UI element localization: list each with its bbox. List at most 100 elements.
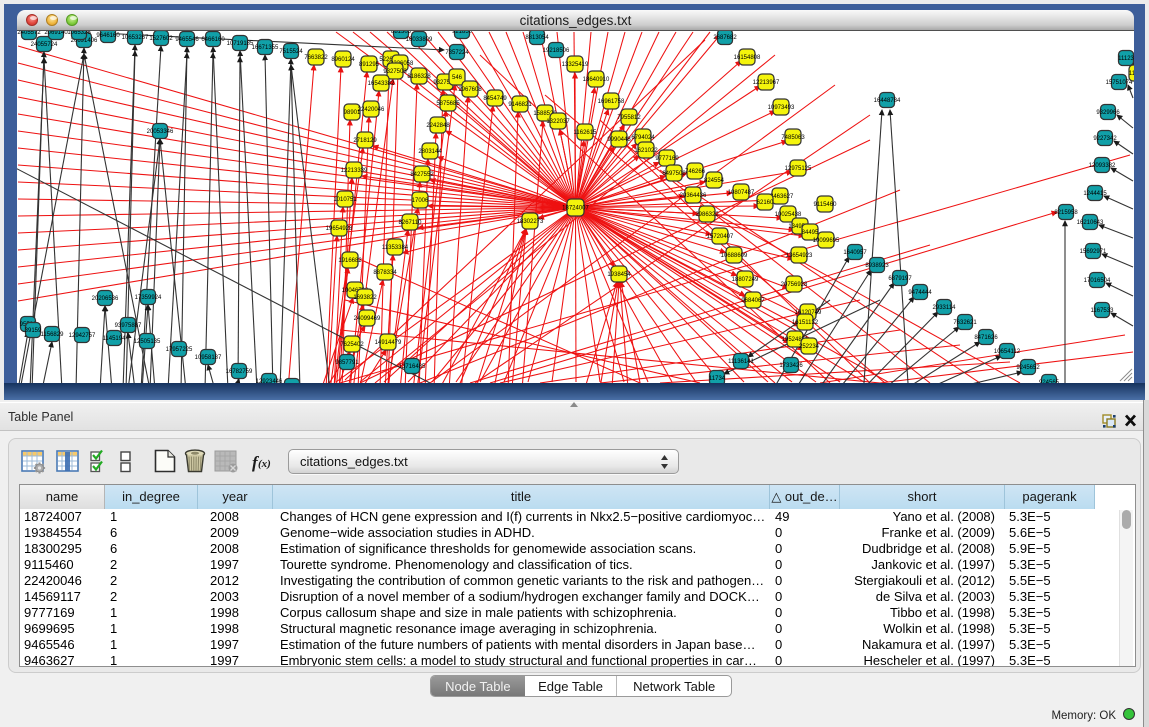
svg-text:20756928: 20756928 bbox=[781, 282, 808, 288]
svg-text:84495: 84495 bbox=[802, 230, 819, 236]
svg-text:18302273: 18302273 bbox=[517, 219, 544, 225]
svg-text:19218506: 19218506 bbox=[543, 48, 570, 54]
svg-text:1156829: 1156829 bbox=[41, 332, 65, 338]
svg-text:16448784: 16448784 bbox=[874, 98, 901, 104]
svg-text:1693822: 1693822 bbox=[353, 295, 377, 301]
svg-text:7955812: 7955812 bbox=[617, 115, 641, 121]
svg-text:16151132: 16151132 bbox=[792, 320, 819, 326]
svg-text:9329966: 9329966 bbox=[1096, 110, 1120, 116]
svg-text:17957225: 17957225 bbox=[166, 347, 193, 353]
svg-text:2069140: 2069140 bbox=[44, 31, 68, 36]
svg-text:9115460: 9115460 bbox=[814, 202, 838, 208]
svg-text:62160: 62160 bbox=[757, 200, 774, 206]
svg-text:11325: 11325 bbox=[1129, 71, 1134, 77]
svg-text:546: 546 bbox=[452, 75, 463, 81]
svg-text:18807249: 18807249 bbox=[732, 277, 759, 283]
svg-text:22420046: 22420046 bbox=[358, 107, 385, 113]
svg-text:8938923: 8938923 bbox=[865, 263, 889, 269]
svg-text:2933114: 2933114 bbox=[933, 305, 957, 311]
svg-text:2967608: 2967608 bbox=[458, 87, 482, 93]
svg-text:24099469: 24099469 bbox=[354, 316, 381, 322]
svg-text:6794024: 6794024 bbox=[631, 135, 655, 141]
svg-text:16782759: 16782759 bbox=[226, 369, 253, 375]
svg-text:24055724: 24055724 bbox=[31, 42, 58, 48]
svg-text:9857791: 9857791 bbox=[335, 360, 359, 366]
svg-text:19654928: 19654928 bbox=[326, 226, 353, 232]
svg-text:20053346: 20053346 bbox=[147, 129, 174, 135]
svg-text:7515524: 7515524 bbox=[279, 49, 303, 55]
svg-text:2405572: 2405572 bbox=[17, 31, 41, 36]
svg-text:10688609: 10688609 bbox=[721, 253, 748, 259]
svg-text:16033809: 16033809 bbox=[406, 37, 433, 43]
svg-text:1145194: 1145194 bbox=[103, 336, 127, 342]
svg-text:252234: 252234 bbox=[799, 344, 820, 350]
svg-text:17359924: 17359924 bbox=[135, 295, 162, 301]
svg-text:11136141: 11136141 bbox=[728, 359, 754, 365]
svg-text:2687682: 2687682 bbox=[713, 35, 737, 41]
svg-text:1916682: 1916682 bbox=[338, 258, 362, 264]
svg-text:5875685: 5875685 bbox=[436, 101, 460, 107]
svg-text:9777169: 9777169 bbox=[655, 156, 679, 162]
svg-text:10099695: 10099695 bbox=[813, 238, 840, 244]
svg-text:1167533: 1167533 bbox=[1091, 308, 1115, 314]
svg-text:8813054: 8813054 bbox=[525, 35, 549, 41]
svg-text:10958187: 10958187 bbox=[195, 355, 222, 361]
svg-text:20206536: 20206536 bbox=[92, 296, 119, 302]
svg-text:9646160: 9646160 bbox=[96, 33, 120, 39]
svg-text:15720407: 15720407 bbox=[707, 234, 734, 240]
svg-text:7625402: 7625402 bbox=[340, 342, 364, 348]
svg-text:2803144: 2803144 bbox=[418, 149, 442, 155]
svg-text:9684067: 9684067 bbox=[741, 298, 765, 304]
svg-text:1621022: 1621022 bbox=[634, 148, 658, 154]
svg-text:16154808: 16154808 bbox=[734, 55, 761, 61]
svg-text:881305: 881305 bbox=[391, 31, 412, 35]
svg-text:15751074: 15751074 bbox=[1106, 80, 1133, 86]
svg-text:10807487: 10807487 bbox=[728, 190, 755, 196]
svg-text:2718129: 2718129 bbox=[353, 138, 377, 144]
svg-text:1244415: 1244415 bbox=[1083, 191, 1107, 197]
svg-text:20364436: 20364436 bbox=[680, 193, 707, 199]
svg-text:10973493: 10973493 bbox=[768, 105, 795, 111]
svg-text:16671355: 16671355 bbox=[252, 45, 279, 51]
svg-text:9990448: 9990448 bbox=[607, 137, 631, 143]
svg-text:17006: 17006 bbox=[412, 198, 429, 204]
svg-text:11353384: 11353384 bbox=[382, 245, 409, 251]
svg-text:8215958: 8215958 bbox=[1054, 210, 1078, 216]
svg-text:6466160: 6466160 bbox=[201, 37, 225, 43]
svg-text:8471626: 8471626 bbox=[974, 335, 998, 341]
svg-text:8427552: 8427552 bbox=[410, 172, 434, 178]
svg-text:12505135: 12505135 bbox=[134, 339, 161, 345]
svg-text:12942757: 12942757 bbox=[69, 333, 96, 339]
svg-text:10654112: 10654112 bbox=[994, 349, 1021, 355]
svg-text:1733426: 1733426 bbox=[779, 363, 803, 369]
svg-text:12975125: 12975125 bbox=[785, 166, 812, 172]
svg-text:12213339: 12213339 bbox=[341, 168, 368, 174]
svg-text:10025438: 10025438 bbox=[775, 212, 802, 218]
svg-text:7485063: 7485063 bbox=[781, 135, 805, 141]
svg-text:18640910: 18640910 bbox=[583, 77, 610, 83]
svg-text:8454749: 8454749 bbox=[483, 96, 507, 102]
svg-text:18724007: 18724007 bbox=[562, 206, 589, 212]
svg-text:921850: 921850 bbox=[452, 31, 473, 35]
svg-text:1640957: 1640957 bbox=[843, 250, 867, 256]
svg-text:11123: 11123 bbox=[1118, 56, 1134, 62]
svg-text:11734: 11734 bbox=[709, 376, 726, 382]
svg-text:16543382: 16543382 bbox=[368, 81, 395, 87]
svg-text:9474444: 9474444 bbox=[908, 290, 932, 296]
svg-text:16961758: 16961758 bbox=[598, 99, 625, 105]
svg-text:7663822: 7663822 bbox=[304, 55, 328, 61]
svg-text:1065326: 1065326 bbox=[67, 31, 91, 36]
svg-text:824554: 824554 bbox=[704, 178, 725, 184]
svg-text:2242848: 2242848 bbox=[426, 123, 450, 129]
svg-text:1010751: 1010751 bbox=[333, 197, 357, 203]
svg-text:9227342: 9227342 bbox=[1093, 136, 1117, 142]
svg-text:14914479: 14914479 bbox=[375, 340, 402, 346]
svg-text:15692971: 15692971 bbox=[1080, 249, 1107, 255]
svg-text:93975887: 93975887 bbox=[115, 323, 142, 329]
svg-text:9245652: 9245652 bbox=[1016, 365, 1040, 371]
svg-text:12213967: 12213967 bbox=[753, 80, 780, 86]
svg-text:2986322: 2986322 bbox=[695, 212, 719, 218]
svg-text:12093382: 12093382 bbox=[1089, 163, 1116, 169]
svg-text:13325419: 13325419 bbox=[562, 62, 589, 68]
svg-text:1162615: 1162615 bbox=[574, 130, 598, 136]
